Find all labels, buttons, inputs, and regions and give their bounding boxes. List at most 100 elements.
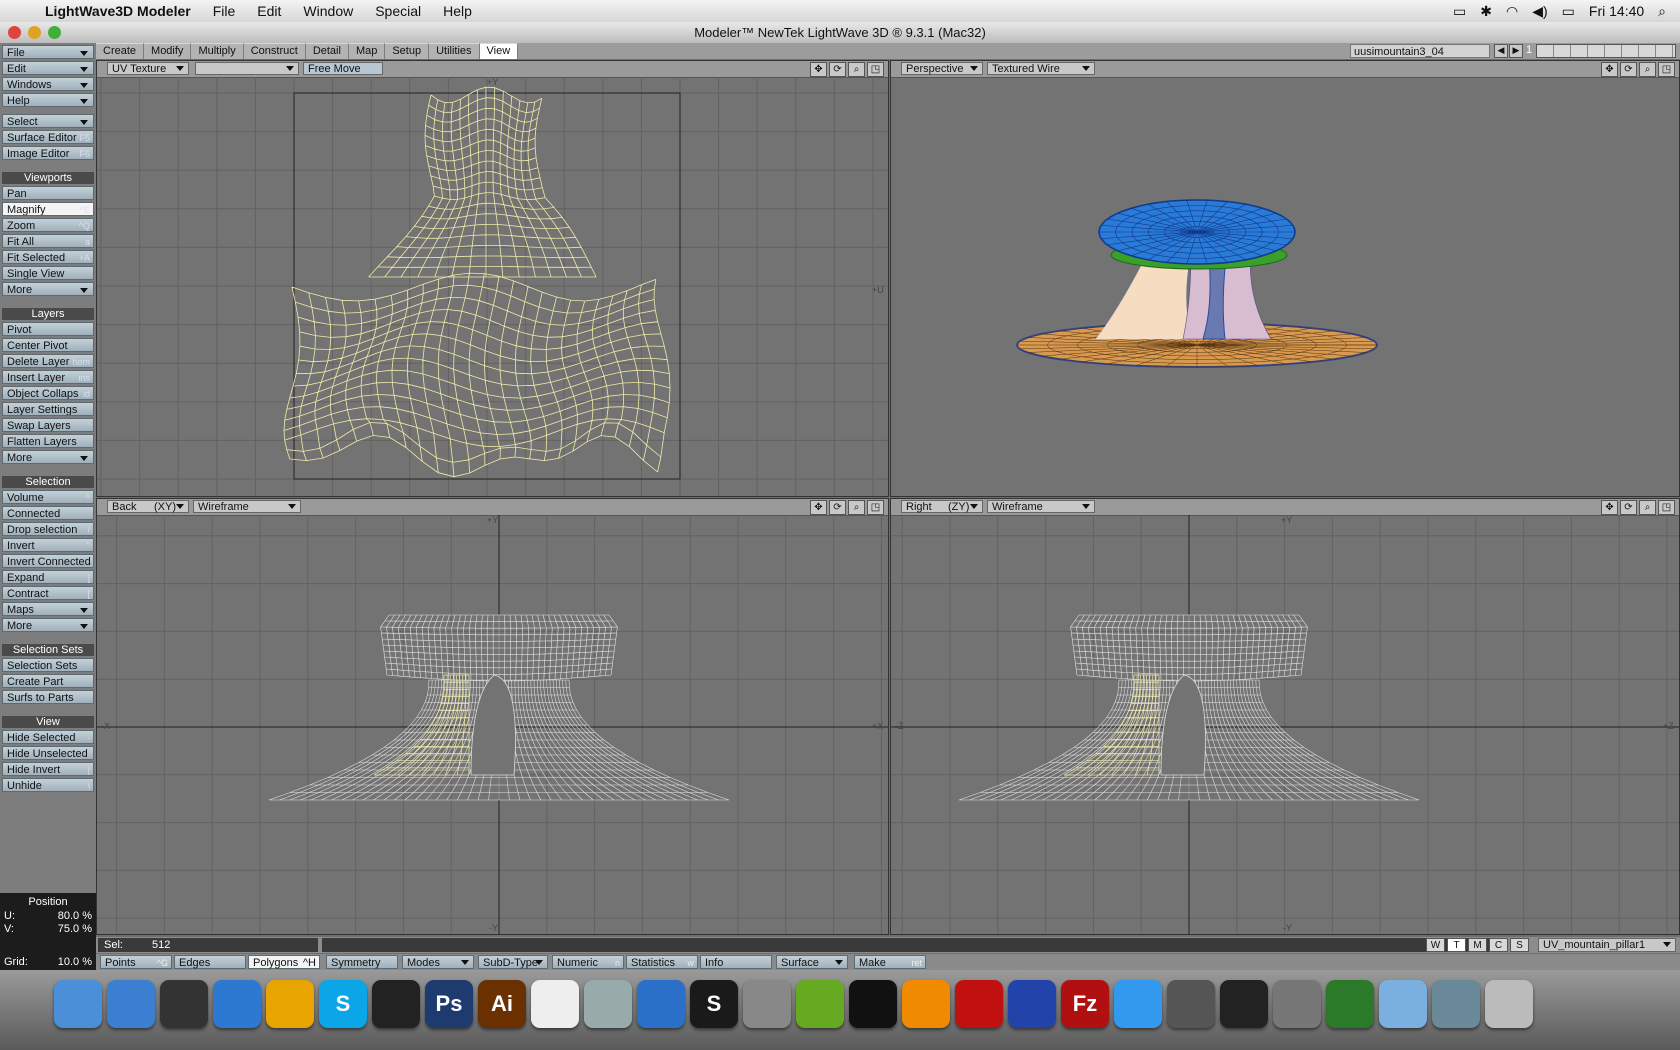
- next-layer-icon[interactable]: ▶: [1509, 44, 1523, 58]
- back-canvas[interactable]: [97, 515, 889, 934]
- viewports-magnify[interactable]: Magnify ^E: [2, 202, 94, 216]
- subd-type-select[interactable]: SubD-Type: [478, 955, 548, 969]
- close-window-icon[interactable]: [8, 26, 21, 39]
- menu-edit[interactable]: Edit: [246, 3, 292, 19]
- vmap-select[interactable]: UV_mountain_pillar1: [1538, 938, 1676, 952]
- layers-swap-layers[interactable]: Swap Layers ': [2, 418, 94, 432]
- safari-icon[interactable]: [213, 980, 261, 1028]
- automator-icon[interactable]: [743, 980, 791, 1028]
- move-view-icon[interactable]: ✥: [1601, 500, 1618, 515]
- folder-icon[interactable]: [1379, 980, 1427, 1028]
- viewports-fit-all[interactable]: Fit All a: [2, 234, 94, 248]
- zoom-view-icon[interactable]: ⌕: [848, 62, 865, 77]
- rotate-view-icon[interactable]: ⟳: [1620, 500, 1637, 515]
- wtmcs-c[interactable]: C: [1489, 938, 1508, 952]
- system-prefs-icon[interactable]: [1273, 980, 1321, 1028]
- maximize-view-icon[interactable]: ◳: [867, 500, 884, 515]
- viewport-right[interactable]: Right (ZY) Wireframe ✥ ⟳ ⌕ ◳ +Y -Y +Z -Z: [890, 498, 1680, 935]
- wtmcs-s[interactable]: S: [1510, 938, 1529, 952]
- menu-help[interactable]: Help: [432, 3, 483, 19]
- layer-bank[interactable]: [1536, 44, 1676, 58]
- menu-special[interactable]: Special: [364, 3, 432, 19]
- rotate-view-icon[interactable]: ⟳: [1620, 62, 1637, 77]
- iphoto-icon[interactable]: [1167, 980, 1215, 1028]
- polygons-mode-button[interactable]: Polygons ^H: [248, 955, 320, 969]
- messages-icon[interactable]: [796, 980, 844, 1028]
- back-shade-select[interactable]: Wireframe: [193, 500, 301, 513]
- selection-expand[interactable]: Expand]: [2, 570, 94, 584]
- layers-center-pivot[interactable]: Center Pivot: [2, 338, 94, 352]
- tab-setup[interactable]: Setup: [385, 43, 430, 59]
- info-button[interactable]: Info: [700, 955, 772, 969]
- left-windows-menu[interactable]: Windows: [2, 77, 94, 91]
- selection-volume[interactable]: Volume ^: [2, 490, 94, 504]
- selection-maps[interactable]: Maps: [2, 602, 94, 616]
- uv-tool-label[interactable]: Free Move: [303, 62, 383, 75]
- wtmcs-m[interactable]: M: [1468, 938, 1487, 952]
- rotate-view-icon[interactable]: ⟳: [829, 500, 846, 515]
- scrivener-icon[interactable]: S: [690, 980, 738, 1028]
- uv-canvas[interactable]: [97, 77, 889, 496]
- perspective-shade-select[interactable]: Textured Wire: [987, 62, 1095, 75]
- viewports-fit-selected[interactable]: Fit Selected +A: [2, 250, 94, 264]
- image-editor-button[interactable]: Image Editor F6: [2, 146, 94, 160]
- selection-connected[interactable]: Connected: [2, 506, 94, 520]
- layer-select[interactable]: uusimountain3_04: [1350, 44, 1490, 58]
- viewport-perspective[interactable]: Perspective Textured Wire ✥ ⟳ ⌕ ◳: [890, 60, 1680, 497]
- right-canvas[interactable]: [891, 515, 1680, 934]
- points-mode-button[interactable]: Points ^G: [100, 955, 172, 969]
- zoom-view-icon[interactable]: ⌕: [1639, 62, 1656, 77]
- layers-layer-settings[interactable]: Layer Settings: [2, 402, 94, 416]
- maximize-view-icon[interactable]: ◳: [867, 62, 884, 77]
- symmetry-button[interactable]: Symmetry: [326, 955, 398, 969]
- battery-icon[interactable]: ▭: [1562, 3, 1575, 20]
- surface-select[interactable]: Surface: [776, 955, 848, 969]
- maximize-view-icon[interactable]: ◳: [1658, 500, 1675, 515]
- view-hide-selected[interactable]: Hide Selected -: [2, 730, 94, 744]
- tab-view[interactable]: View: [479, 43, 519, 59]
- textedit-icon[interactable]: [531, 980, 579, 1028]
- imovie-icon[interactable]: [1220, 980, 1268, 1028]
- layers-more[interactable]: More: [2, 450, 94, 464]
- view-hide-unselected[interactable]: Hide Unselected: [2, 746, 94, 760]
- right-shade-select[interactable]: Wireframe: [987, 500, 1095, 513]
- viewports-single-view[interactable]: Single View: [2, 266, 94, 280]
- wtmcs-w[interactable]: W: [1426, 938, 1445, 952]
- menu-app[interactable]: LightWave3D Modeler: [34, 3, 202, 19]
- documents-icon[interactable]: [1432, 980, 1480, 1028]
- left-edit-menu[interactable]: Edit: [2, 61, 94, 75]
- perspective-view-select[interactable]: Perspective: [901, 62, 983, 75]
- tab-map[interactable]: Map: [348, 43, 386, 59]
- selection-invert[interactable]: Invert ": [2, 538, 94, 552]
- minimize-window-icon[interactable]: [28, 26, 41, 39]
- layers-delete-layer[interactable]: Delete Layer hom: [2, 354, 94, 368]
- wifi-icon[interactable]: ◠: [1506, 3, 1518, 20]
- selection-drop-selection[interactable]: Drop selection /: [2, 522, 94, 536]
- trash-icon[interactable]: [1485, 980, 1533, 1028]
- illustrator-icon[interactable]: Ai: [478, 980, 526, 1028]
- modes-select[interactable]: Modes: [402, 955, 474, 969]
- tab-modify[interactable]: Modify: [144, 43, 192, 59]
- layout-icon[interactable]: [1008, 980, 1056, 1028]
- tab-multiply[interactable]: Multiply: [191, 43, 244, 59]
- move-view-icon[interactable]: ✥: [810, 500, 827, 515]
- maximize-view-icon[interactable]: ◳: [1658, 62, 1675, 77]
- spotlight-icon[interactable]: ⌕: [1658, 3, 1666, 20]
- statistics-button[interactable]: Statistics w: [626, 955, 698, 969]
- back-view-select[interactable]: Back (XY): [107, 500, 189, 513]
- volume-icon[interactable]: ◀): [1532, 3, 1547, 20]
- selsets-selection-sets[interactable]: Selection Sets: [2, 658, 94, 672]
- selection-more[interactable]: More: [2, 618, 94, 632]
- itunes-icon[interactable]: [1114, 980, 1162, 1028]
- tab-construct[interactable]: Construct: [243, 43, 306, 59]
- finder-icon[interactable]: [54, 980, 102, 1028]
- prev-layer-icon[interactable]: ◀: [1494, 44, 1508, 58]
- edges-mode-button[interactable]: Edges: [174, 955, 246, 969]
- layers-flatten-layers[interactable]: Flatten Layers: [2, 434, 94, 448]
- viewports-pan[interactable]: Pan: [2, 186, 94, 200]
- itunes-remote-icon[interactable]: [372, 980, 420, 1028]
- display-icon[interactable]: ▭: [1453, 3, 1466, 20]
- viewport-uv[interactable]: UV Texture Free Move ✥ ⟳ ⌕ ◳ +Y +U: [96, 60, 889, 497]
- left-file-menu[interactable]: File: [2, 45, 94, 59]
- tab-detail[interactable]: Detail: [305, 43, 349, 59]
